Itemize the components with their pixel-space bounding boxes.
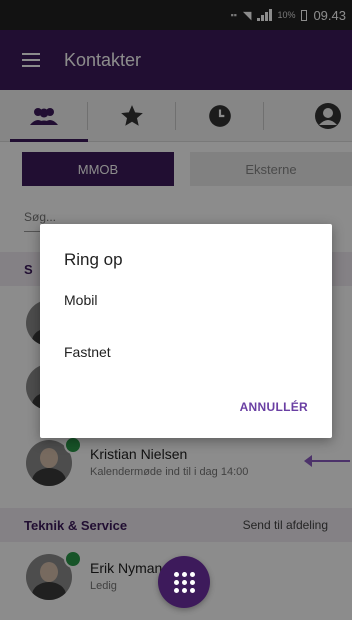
dialog-title: Ring op	[64, 250, 123, 269]
option-mobile[interactable]: Mobil	[64, 292, 97, 308]
call-dialog: Ring op Mobil Fastnet ANNULLÉR	[40, 224, 332, 438]
dialpad-button[interactable]	[158, 556, 210, 608]
dialpad-icon	[173, 571, 195, 593]
option-landline[interactable]: Fastnet	[64, 344, 111, 360]
cancel-button[interactable]: ANNULLÉR	[240, 400, 308, 414]
